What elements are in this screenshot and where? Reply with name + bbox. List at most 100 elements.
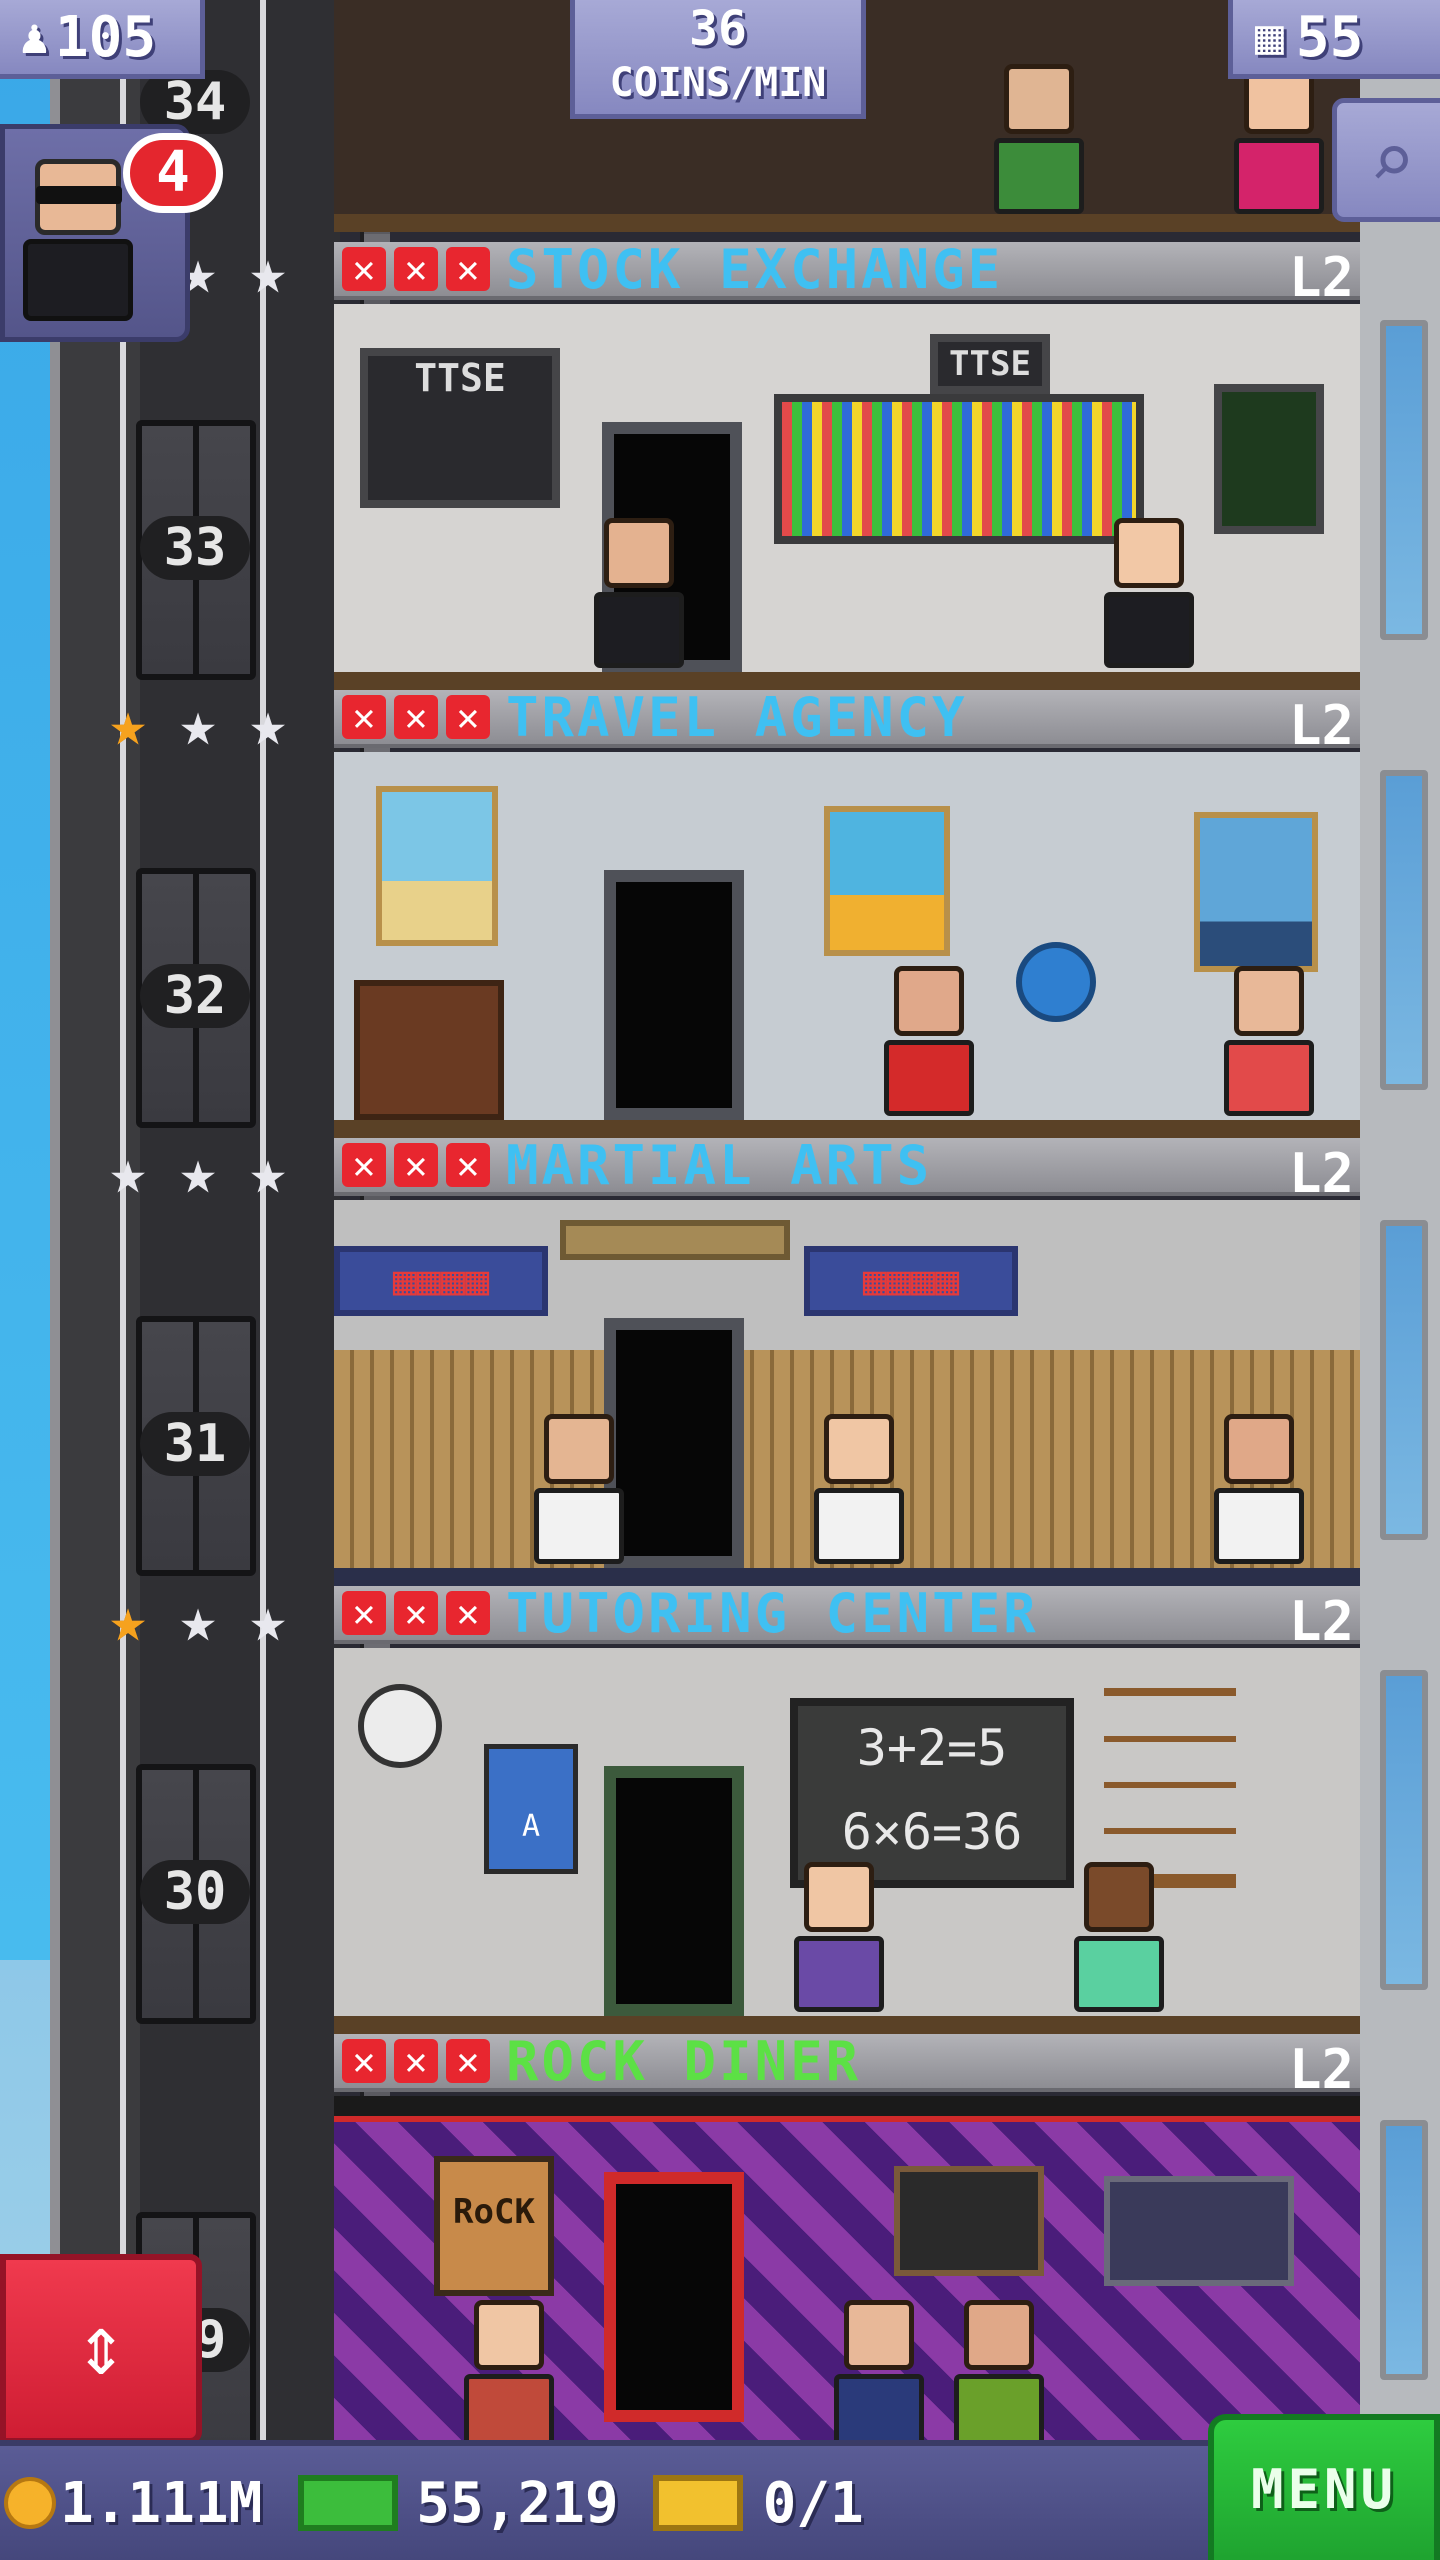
resident[interactable] <box>794 1862 884 2012</box>
resident[interactable] <box>994 64 1084 214</box>
x-icon: ✕ <box>446 1143 490 1187</box>
vip-avatar <box>23 159 133 329</box>
floor-rock-diner[interactable]: ✕ ✕ ✕ ROCK DINER L2 RoCK <box>334 2030 1360 2440</box>
coins-rate-value: 36 <box>689 1 747 57</box>
zoom-button[interactable]: ⌕ <box>1332 98 1440 222</box>
floor-header[interactable]: ✕ ✕ ✕ ROCK DINER L2 <box>334 2030 1360 2101</box>
beach-poster <box>376 786 498 946</box>
left-rail <box>120 0 126 2440</box>
floor-stars: ★ ★ ★ <box>96 1140 306 1206</box>
apple-poster: A <box>484 1744 578 1874</box>
resource-bar: 1.111M 55,219 0/1 MENU <box>0 2414 1440 2560</box>
room-interior: RoCK <box>334 2096 1360 2440</box>
star-icon: ★ <box>249 687 287 760</box>
diner-awning <box>334 2096 1360 2122</box>
x-icon: ✕ <box>342 1591 386 1635</box>
star-icon: ★ <box>109 687 147 760</box>
floor-number: 30 <box>140 1860 250 1924</box>
floor-header[interactable]: ✕ ✕ ✕ MARTIAL ARTS L2 <box>334 1134 1360 1205</box>
stock-ticker-board <box>774 394 1144 544</box>
bux-value[interactable]: 55,219 <box>416 2471 618 2536</box>
x-icon: ✕ <box>446 247 490 291</box>
x-icon: ✕ <box>394 2039 438 2083</box>
resident[interactable] <box>534 1414 624 1564</box>
room-interior: ▦▦▦▦ ▦▦▦▦ <box>334 1200 1360 1586</box>
resident[interactable] <box>1234 64 1324 214</box>
menu-button[interactable]: MENU <box>1208 2414 1440 2560</box>
stock-chart-board: TTSE <box>360 348 560 508</box>
resident[interactable] <box>464 2300 554 2440</box>
floor-level: L2 <box>1288 2038 1354 2101</box>
resident[interactable] <box>594 518 684 668</box>
resident[interactable] <box>954 2300 1044 2440</box>
floor-name: ROCK DINER <box>506 2029 862 2093</box>
resident[interactable] <box>834 2300 924 2440</box>
floor-level: L2 <box>1288 1590 1354 1653</box>
door <box>604 1318 744 1568</box>
door <box>604 870 744 1120</box>
cash-icon <box>298 2475 399 2531</box>
window <box>1380 320 1428 640</box>
star-icon: ★ <box>249 1583 287 1656</box>
floor-tutoring-center[interactable]: ✕ ✕ ✕ TUTORING CENTER L2 A 3+2=5 6×6=36 <box>334 1582 1360 2034</box>
star-icon: ★ <box>179 1135 217 1208</box>
room-interior: A 3+2=5 6×6=36 <box>334 1648 1360 2034</box>
star-icon: ★ <box>109 1135 147 1208</box>
resident[interactable] <box>1214 1414 1304 1564</box>
coins-rate-display[interactable]: 36 COINS/MIN <box>570 0 866 119</box>
floor-count-value: 55 <box>1295 4 1364 70</box>
x-icon: ✕ <box>394 247 438 291</box>
floor-level: L2 <box>1288 246 1354 309</box>
x-icon: ✕ <box>342 695 386 739</box>
floor-level: L2 <box>1288 1142 1354 1205</box>
window <box>1380 1670 1428 1990</box>
shaft-inner <box>140 0 340 2440</box>
resident[interactable] <box>814 1414 904 1564</box>
floor-stars: ★ ★ ★ <box>96 1588 306 1654</box>
person-icon: ♟ <box>20 9 49 65</box>
room-interior <box>334 752 1360 1138</box>
resident[interactable] <box>1224 966 1314 1116</box>
framed-picture <box>1104 2176 1294 2286</box>
floor-stock-exchange[interactable]: ✕ ✕ ✕ STOCK EXCHANGE L2 TTSE TTSE <box>334 238 1360 690</box>
elevator-button[interactable]: ⇕ <box>0 2254 202 2444</box>
elevator-shaft <box>50 0 390 2440</box>
x-icon: ✕ <box>446 695 490 739</box>
ticket-icon <box>652 2475 743 2531</box>
star-icon: ★ <box>249 235 287 308</box>
torii-gate <box>560 1220 790 1260</box>
floor-stars: ★ ★ ★ <box>96 692 306 758</box>
coins-value[interactable]: 1.111M <box>60 2471 262 2536</box>
floor-header[interactable]: ✕ ✕ ✕ TRAVEL AGENCY L2 <box>334 686 1360 757</box>
star-icon: ★ <box>179 687 217 760</box>
clock-icon <box>358 1684 442 1768</box>
brochure-rack <box>354 980 504 1120</box>
door <box>604 1766 744 2016</box>
dojo-banner: ▦▦▦▦ <box>804 1246 1018 1316</box>
population-value: 105 <box>54 4 157 70</box>
tickets-value[interactable]: 0/1 <box>763 2471 864 2536</box>
floor-number: 33 <box>140 516 250 580</box>
dojo-banner: ▦▦▦▦ <box>334 1246 548 1316</box>
floor-header[interactable]: ✕ ✕ ✕ TUTORING CENTER L2 <box>334 1582 1360 1653</box>
magnifier-icon: ⌕ <box>1369 116 1415 205</box>
resident[interactable] <box>1074 1862 1164 2012</box>
vip-button[interactable]: 4 <box>0 124 223 342</box>
stock-sign: TTSE <box>930 334 1050 394</box>
floor-travel-agency[interactable]: ✕ ✕ ✕ TRAVEL AGENCY L2 <box>334 686 1360 1138</box>
bookshelf <box>1104 1688 1236 1888</box>
notification-badge: 4 <box>123 133 223 213</box>
x-icon: ✕ <box>446 2039 490 2083</box>
resident[interactable] <box>884 966 974 1116</box>
floor-counter[interactable]: ▦ 55 <box>1228 0 1440 79</box>
up-down-arrows-icon: ⇕ <box>75 2296 127 2394</box>
resident[interactable] <box>1104 518 1194 668</box>
population-counter[interactable]: ♟ 105 <box>0 0 205 79</box>
chalkboard-line: 3+2=5 <box>856 1719 1008 1777</box>
x-icon: ✕ <box>394 1591 438 1635</box>
floor-name: TRAVEL AGENCY <box>506 685 968 749</box>
floor-martial-arts[interactable]: ✕ ✕ ✕ MARTIAL ARTS L2 ▦▦▦▦ ▦▦▦▦ <box>334 1134 1360 1586</box>
floor-header[interactable]: ✕ ✕ ✕ STOCK EXCHANGE L2 <box>334 238 1360 309</box>
chalkboard: 3+2=5 6×6=36 <box>790 1698 1074 1888</box>
x-icon: ✕ <box>446 1591 490 1635</box>
